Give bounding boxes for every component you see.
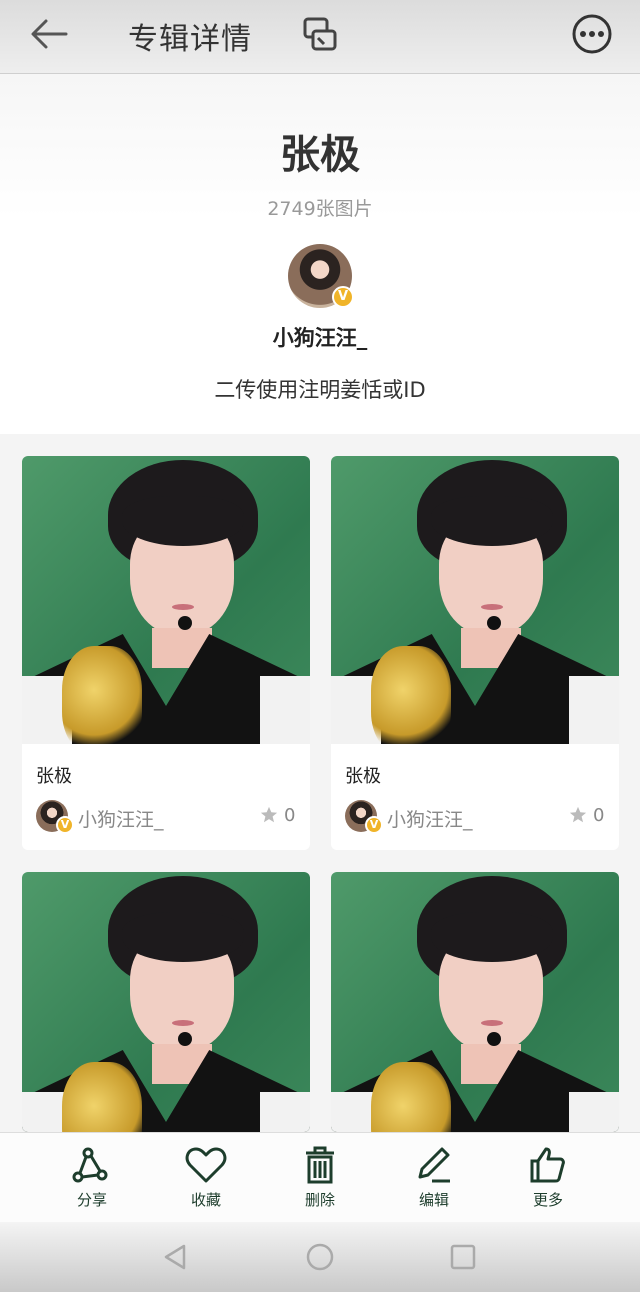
photo-count: 2749张图片: [267, 198, 373, 220]
author-avatar[interactable]: V: [345, 800, 383, 834]
app-header: 专辑详情: [0, 0, 640, 74]
album-name: 张极: [280, 132, 360, 178]
star-icon[interactable]: [260, 806, 278, 824]
edit-label: 编辑: [418, 1191, 449, 1209]
back-arrow-icon[interactable]: [26, 14, 72, 54]
album-description: 二传使用注明姜恬或ID: [214, 378, 426, 402]
delete-label: 删除: [304, 1191, 335, 1209]
photo-card[interactable]: [331, 872, 619, 1132]
heart-icon: [185, 1147, 227, 1183]
photo-image[interactable]: [331, 872, 619, 1132]
like-count: 0: [593, 805, 605, 826]
favorite-button[interactable]: 收藏: [166, 1145, 246, 1215]
nav-recents-icon[interactable]: [448, 1242, 478, 1272]
photo-image[interactable]: [22, 872, 310, 1132]
author-avatar[interactable]: V: [36, 800, 74, 834]
edit-button[interactable]: 编辑: [394, 1145, 474, 1215]
more-button[interactable]: 更多: [508, 1145, 588, 1215]
verified-badge-icon: V: [365, 816, 383, 834]
owner-name[interactable]: 小狗汪汪_: [0, 322, 640, 352]
star-icon[interactable]: [569, 806, 587, 824]
nav-home-icon[interactable]: [305, 1242, 335, 1272]
card-title: 张极: [345, 766, 381, 787]
like-count: 0: [284, 805, 296, 826]
share-icon: [72, 1147, 108, 1183]
bottom-toolbar: 分享 收藏 删除 编辑 更多: [0, 1132, 640, 1222]
verified-badge-icon: V: [56, 816, 74, 834]
share-button[interactable]: 分享: [52, 1145, 132, 1215]
nav-back-icon[interactable]: [160, 1242, 190, 1272]
owner-avatar[interactable]: V: [288, 244, 354, 308]
photo-image[interactable]: [331, 456, 619, 744]
pencil-icon: [418, 1147, 450, 1183]
page-title: 专辑详情: [128, 22, 252, 57]
photo-image[interactable]: [22, 456, 310, 744]
album-info: 张极 2749张图片 V 小狗汪汪_ 二传使用注明姜恬或ID: [0, 74, 640, 434]
trash-icon: [306, 1146, 334, 1184]
delete-button[interactable]: 删除: [280, 1145, 360, 1215]
more-dots-icon[interactable]: [570, 12, 614, 56]
card-author[interactable]: 小狗汪汪_: [78, 805, 164, 832]
more-label: 更多: [532, 1191, 563, 1209]
thumbs-up-icon: [530, 1147, 565, 1183]
photo-card[interactable]: [22, 872, 310, 1132]
card-title: 张极: [36, 766, 72, 787]
verified-badge-icon: V: [332, 286, 354, 308]
photo-card[interactable]: 张极 V 小狗汪汪_ 0: [22, 456, 310, 850]
share-label: 分享: [76, 1191, 107, 1209]
favorite-label: 收藏: [190, 1191, 221, 1209]
photo-card[interactable]: 张极 V 小狗汪汪_ 0: [331, 456, 619, 850]
card-author[interactable]: 小狗汪汪_: [387, 805, 473, 832]
system-nav-bar: [0, 1222, 640, 1292]
switch-icon[interactable]: [300, 14, 340, 54]
